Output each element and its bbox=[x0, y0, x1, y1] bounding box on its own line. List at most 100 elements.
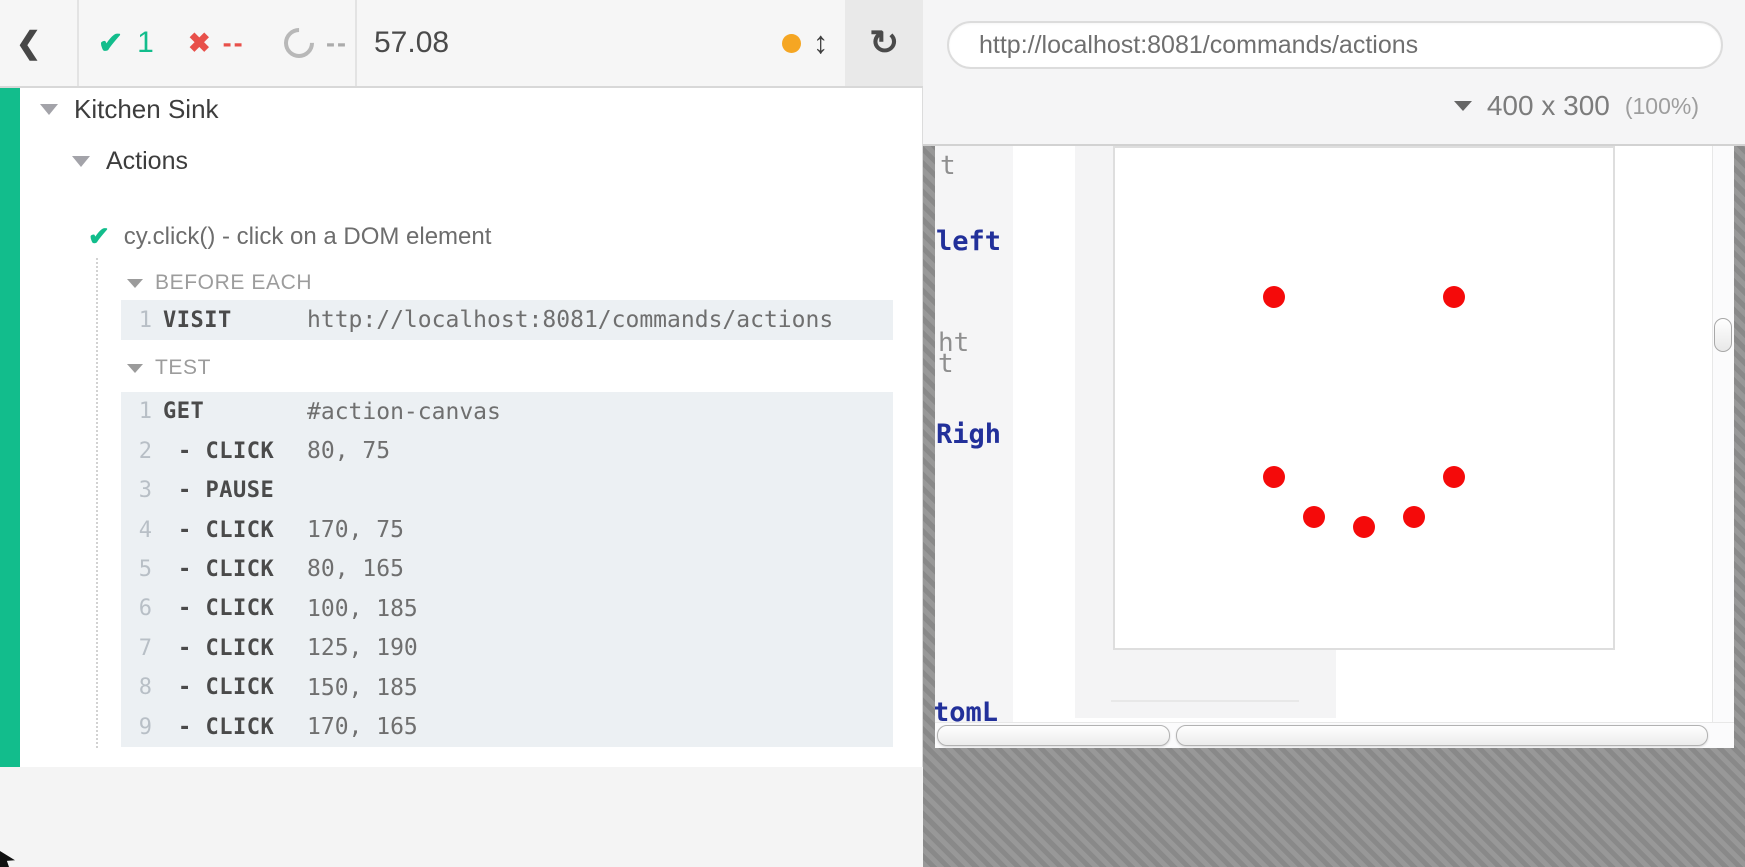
click-dot bbox=[1263, 466, 1285, 488]
click-dot bbox=[1443, 466, 1465, 488]
command-message: 150, 185 bbox=[307, 675, 418, 701]
command-name: - PAUSE bbox=[178, 478, 274, 503]
url-text: http://localhost:8081/commands/actions bbox=[979, 31, 1418, 60]
click-dot bbox=[1303, 506, 1325, 528]
click-dot bbox=[1353, 516, 1375, 538]
yellow-dot-icon bbox=[782, 34, 801, 53]
command-message: 100, 185 bbox=[307, 596, 418, 622]
before-each-command-log: 1VISIThttp://localhost:8081/commands/act… bbox=[121, 300, 893, 340]
click-dot bbox=[1263, 286, 1285, 308]
header-separator bbox=[355, 0, 357, 86]
command-name: - CLICK bbox=[178, 715, 274, 740]
auto-scroll-toggle[interactable]: ↕ bbox=[813, 0, 829, 86]
command-row[interactable]: 6 - CLICK 100, 185 bbox=[121, 589, 893, 628]
code-fragment: t bbox=[940, 151, 956, 181]
passed-check-icon: ✔ bbox=[98, 26, 123, 61]
vertical-scrollbar-track[interactable] bbox=[1712, 146, 1734, 722]
click-dot bbox=[1443, 286, 1465, 308]
command-message: 170, 75 bbox=[307, 517, 404, 543]
run-time: 57.08 bbox=[374, 0, 449, 86]
caret-down-icon[interactable] bbox=[127, 364, 143, 373]
test-command-log: 1 GET #action-canvas 2 - CLICK 80, 75 3- PAUSE… bbox=[121, 392, 893, 747]
command-row[interactable]: 3- PAUSE bbox=[121, 471, 893, 510]
command-row[interactable]: 1VISIThttp://localhost:8081/commands/act… bbox=[121, 300, 893, 340]
vertical-scrollbar-thumb[interactable] bbox=[1714, 318, 1732, 352]
up-down-arrow-icon: ↕ bbox=[813, 25, 829, 61]
command-message: 80, 75 bbox=[307, 438, 390, 464]
command-row[interactable]: 7- CLICK125, 190 bbox=[121, 629, 893, 668]
section-label: TEST bbox=[155, 356, 211, 380]
code-fragment: Righ bbox=[936, 419, 1001, 450]
command-name: GET bbox=[163, 399, 204, 424]
command-row[interactable]: 9 - CLICK 170, 165 bbox=[121, 708, 893, 747]
section-test[interactable]: TEST bbox=[127, 356, 211, 380]
section-label: BEFORE EACH bbox=[155, 271, 312, 295]
command-name: VISIT bbox=[163, 308, 232, 333]
pending-stat: -- bbox=[284, 0, 348, 86]
action-canvas[interactable] bbox=[1113, 146, 1615, 650]
section-before-each[interactable]: BEFORE EACH bbox=[127, 271, 312, 295]
command-name: - CLICK bbox=[178, 596, 274, 621]
caret-down-icon[interactable] bbox=[127, 279, 143, 288]
viewport-menu[interactable]: 400 x 300 (100%) bbox=[1454, 90, 1699, 122]
runner-header: http://localhost:8081/commands/actions 4… bbox=[923, 0, 1745, 146]
command-row[interactable]: 5- CLICK80, 165 bbox=[121, 550, 893, 589]
failed-x-icon: ✖ bbox=[188, 28, 211, 59]
click-dot bbox=[1403, 506, 1425, 528]
suite-kitchen-sink[interactable]: Kitchen Sink bbox=[40, 94, 219, 125]
horizontal-scrollbar-thumb[interactable] bbox=[1176, 725, 1708, 746]
command-number: 9 bbox=[121, 715, 152, 740]
command-row[interactable]: 8 - CLICK 150, 185 bbox=[121, 668, 893, 707]
back-button[interactable]: ❮ bbox=[16, 0, 41, 86]
command-name: - CLICK bbox=[178, 557, 274, 582]
test-passed-check-icon: ✔ bbox=[88, 221, 110, 252]
divider-line bbox=[1111, 700, 1299, 702]
command-name: - CLICK bbox=[178, 518, 274, 543]
command-number: 8 bbox=[121, 675, 152, 700]
viewport-size-label: 400 x 300 bbox=[1487, 90, 1610, 122]
restart-tests-button[interactable]: ↻ bbox=[845, 0, 923, 86]
back-icon: ❮ bbox=[16, 26, 41, 61]
url-bar[interactable]: http://localhost:8081/commands/actions bbox=[947, 21, 1723, 69]
caret-down-icon[interactable] bbox=[40, 104, 58, 115]
test-cy-click[interactable]: ✔ cy.click() - click on a DOM element bbox=[88, 221, 491, 252]
command-row[interactable]: 4 - CLICK 170, 75 bbox=[121, 510, 893, 549]
command-row[interactable]: 1 GET #action-canvas bbox=[121, 392, 893, 431]
pending-circle-icon bbox=[278, 22, 320, 64]
horizontal-scrollbar-thumb[interactable] bbox=[937, 725, 1170, 746]
command-message: #action-canvas bbox=[307, 399, 501, 425]
command-name: - CLICK bbox=[178, 439, 274, 464]
suite-title: Actions bbox=[106, 147, 188, 176]
caret-down-icon bbox=[1454, 101, 1472, 111]
command-message: 170, 165 bbox=[307, 714, 418, 740]
run-time-label: 57.08 bbox=[374, 26, 449, 60]
aut-stage: tlefthttRightomL bbox=[923, 146, 1745, 867]
reporter-header: ❮ ✔ 1 ✖ -- -- 57.08 ↕ ↻ bbox=[0, 0, 923, 88]
viewport-scale-label: (100%) bbox=[1625, 93, 1699, 120]
suite-actions[interactable]: Actions bbox=[72, 147, 188, 176]
command-row[interactable]: 2 - CLICK 80, 75 bbox=[121, 431, 893, 470]
test-title: cy.click() - click on a DOM element bbox=[124, 223, 492, 251]
command-number: 2 bbox=[121, 439, 152, 464]
command-number: 6 bbox=[121, 596, 152, 621]
command-name: - CLICK bbox=[178, 675, 274, 700]
passed-stat: ✔ 1 bbox=[98, 0, 154, 86]
passed-count: 1 bbox=[137, 26, 154, 60]
code-fragment: tomL bbox=[935, 697, 998, 728]
command-message: 80, 165 bbox=[307, 556, 404, 582]
failed-stat: ✖ -- bbox=[188, 0, 245, 86]
header-separator bbox=[77, 0, 79, 86]
passing-indicator-bar bbox=[0, 88, 20, 767]
command-number: 1 bbox=[121, 399, 152, 424]
mouse-cursor bbox=[0, 851, 15, 867]
caret-down-icon[interactable] bbox=[72, 156, 90, 167]
refresh-icon: ↻ bbox=[869, 23, 899, 63]
aut-iframe[interactable]: tlefthttRightomL bbox=[935, 146, 1734, 748]
code-fragment: t bbox=[938, 349, 954, 379]
command-message: 125, 190 bbox=[307, 635, 418, 661]
command-number: 4 bbox=[121, 518, 152, 543]
suite-title: Kitchen Sink bbox=[74, 94, 219, 125]
pending-count: -- bbox=[326, 28, 348, 59]
command-message: http://localhost:8081/commands/actions bbox=[307, 307, 833, 333]
command-number: 7 bbox=[121, 636, 152, 661]
